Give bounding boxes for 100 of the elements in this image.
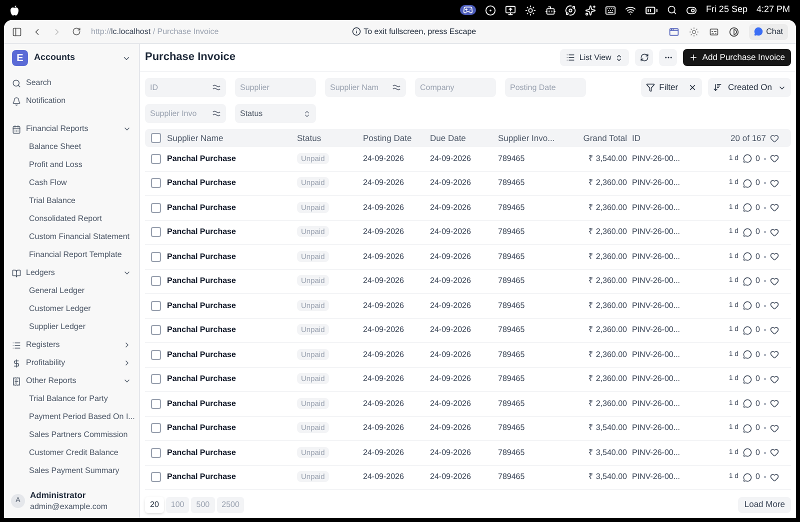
close-icon[interactable] [688,83,698,92]
battery-icon[interactable] [644,4,658,16]
supplier-name-cell[interactable]: Panchal Purchase [167,446,236,459]
sidebar-item[interactable]: Balance Sheet [8,138,135,156]
comment-icon[interactable] [742,448,752,458]
filter-button[interactable]: Filter [641,78,702,97]
refresh-button[interactable] [635,49,654,66]
comment-icon[interactable] [742,203,752,212]
comment-icon[interactable] [742,228,752,237]
apple-logo-icon[interactable] [10,4,19,16]
heart-icon[interactable] [770,228,779,237]
planet-icon[interactable] [564,4,576,16]
heart-icon[interactable] [770,424,779,433]
control-center-icon[interactable] [686,4,697,16]
search-icon[interactable] [666,5,677,15]
sidebar-section[interactable]: Registers [8,336,135,354]
sidebar-item[interactable]: Profit and Loss [8,156,135,174]
checkbox[interactable] [151,154,161,164]
column-header[interactable]: Status [297,132,363,144]
sidebar-item[interactable]: Sales Payment Summary [8,462,135,480]
sidebar-item[interactable]: Customer Credit Balance [8,444,135,462]
checkbox[interactable] [151,398,161,409]
supplier-name-cell[interactable]: Panchal Purchase [167,471,236,484]
heart-icon[interactable] [770,326,779,335]
heart-icon[interactable] [770,350,779,360]
extension-icon[interactable] [709,26,720,36]
app-name[interactable]: Accounts [34,51,116,65]
sidebar-section[interactable]: Ledgers [8,264,135,282]
wifi-icon[interactable] [624,4,636,16]
column-header[interactable]: Due Date [430,132,498,144]
comment-icon[interactable] [742,399,752,408]
comment-icon[interactable] [742,301,752,310]
sidebar-item[interactable]: Notification [8,92,135,110]
sidebar-item[interactable]: Payment Period Based On I... [8,408,135,426]
sidebar-item[interactable]: Trial Balance for Party [8,390,135,408]
checkbox[interactable] [151,276,161,286]
comment-icon[interactable] [742,472,752,482]
column-header[interactable]: Supplier Name [167,132,224,144]
comment-icon[interactable] [742,276,752,286]
address-bar[interactable]: http://lc.localhost / Purchase Invoice [91,26,219,38]
comment-icon[interactable] [742,424,752,433]
checkbox[interactable] [151,227,161,238]
comment-icon[interactable] [742,178,752,188]
supplier-name-cell[interactable]: Panchal Purchase [167,348,236,361]
sidebar-item[interactable]: Financial Report Template [8,246,135,264]
sidebar-item[interactable]: Cash Flow [8,174,135,192]
supplier-name-cell[interactable]: Panchal Purchase [167,373,236,386]
heart-icon[interactable] [770,301,779,310]
comment-icon[interactable] [742,326,752,335]
comment-icon[interactable] [742,154,752,164]
heart-icon[interactable] [770,472,779,482]
column-header[interactable]: ID [632,132,712,144]
view-switcher[interactable]: List View [560,49,630,66]
checkbox[interactable] [151,252,161,262]
sidebar-section[interactable]: Financial Reports [8,120,135,138]
supplier-name-cell[interactable]: Panchal Purchase [167,398,236,410]
chat-button[interactable]: Chat [749,24,788,40]
extension-icon[interactable] [669,26,680,36]
checkbox[interactable] [151,374,161,384]
supplier-name-cell[interactable]: Panchal Purchase [167,275,236,288]
comment-icon[interactable] [742,374,752,384]
sidebar-section[interactable]: Profitability [8,354,135,372]
sidebar-item[interactable]: Customer Ledger [8,300,135,318]
sidebar-item[interactable]: Sales Partners Commission [8,426,135,444]
sidebar-item[interactable]: Custom Financial Statement [8,228,135,246]
checkbox[interactable] [151,133,161,143]
heart-icon[interactable] [770,374,779,384]
column-header[interactable]: Posting Date [363,132,430,144]
sidebar-section[interactable]: Other Reports [8,372,135,390]
supplier-name-cell[interactable]: Panchal Purchase [167,324,236,336]
heart-icon[interactable] [770,276,779,286]
sidebar-item[interactable]: Search [8,74,135,92]
extension-icon[interactable] [729,26,740,36]
supplier-name-cell[interactable]: Panchal Purchase [167,177,236,190]
heart-icon[interactable] [770,448,779,458]
sidebar-toggle-icon[interactable] [12,26,22,36]
menu-bar-date[interactable]: Fri 25 Sep [706,3,748,17]
supplier-name-cell[interactable]: Panchal Purchase [167,202,236,214]
sort-button[interactable]: Created On [708,78,791,97]
supplier-name-cell[interactable]: Panchal Purchase [167,422,236,434]
sparkles-icon[interactable] [584,4,596,16]
heart-icon[interactable] [770,203,779,212]
heart-icon[interactable] [770,154,779,164]
comment-icon[interactable] [742,252,752,262]
menu-bar-clock[interactable]: 4:27 PM [756,3,790,17]
sidebar-item[interactable]: Supplier Ledger [8,318,135,336]
heart-icon[interactable] [770,399,779,408]
game-controller-icon[interactable] [460,5,476,15]
checkbox[interactable] [151,178,161,188]
sun-icon[interactable] [524,4,536,16]
load-more-button[interactable]: Load More [738,496,791,512]
checkbox[interactable] [151,202,161,213]
comment-icon[interactable] [742,350,752,360]
checkbox[interactable] [151,472,161,482]
column-header[interactable]: Grand Total [567,132,627,144]
checkbox[interactable] [151,325,161,336]
heart-icon[interactable] [770,178,779,188]
checkbox[interactable] [151,448,161,458]
supplier-name-cell[interactable]: Panchal Purchase [167,226,236,238]
checkbox[interactable] [151,423,161,434]
